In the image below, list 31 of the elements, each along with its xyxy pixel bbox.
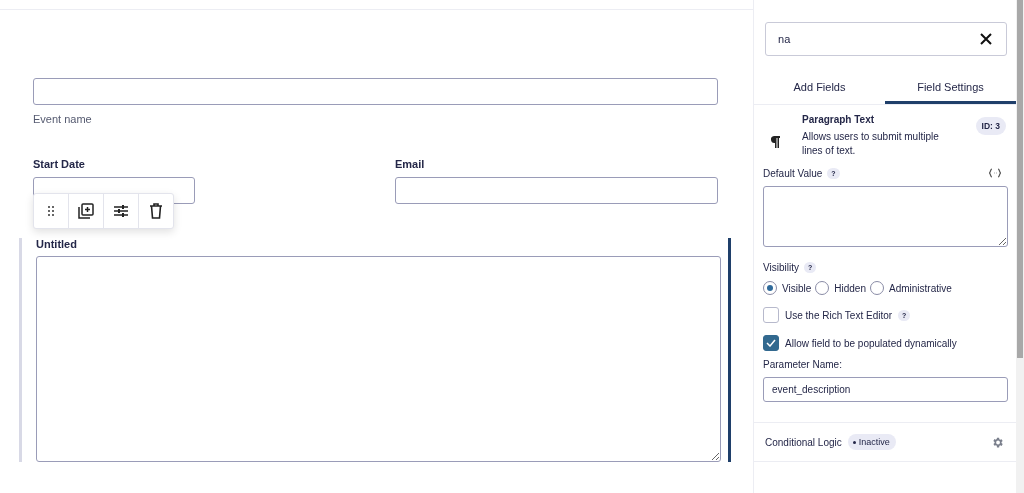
status-badge: Inactive: [847, 434, 896, 450]
default-value-field[interactable]: [763, 186, 1008, 247]
field-label: Start Date: [33, 158, 86, 170]
parameter-name-field[interactable]: event_description: [763, 377, 1008, 402]
checkbox-label: Allow field to be populated dynamically: [785, 337, 957, 349]
radio-option[interactable]: Administrative: [870, 281, 952, 295]
id-badge: ID: 3: [975, 117, 1006, 135]
field-type-title: Paragraph Text: [802, 114, 876, 125]
setting-label: Parameter Name:: [763, 359, 843, 370]
search-field[interactable]: na: [765, 22, 1007, 56]
field-label: Email: [395, 158, 426, 170]
text-input[interactable]: [395, 177, 718, 204]
conditional-logic-label: Conditional Logic: [765, 436, 842, 448]
text-input[interactable]: [33, 78, 718, 105]
field-type-description: Allows users to submit multiple lines of text.: [802, 130, 940, 158]
paragraph-icon: [770, 136, 780, 148]
setting-label: Visibility: [763, 262, 799, 273]
radio-option[interactable]: Visible: [763, 281, 812, 295]
check-icon: [766, 339, 776, 347]
radio-option[interactable]: Hidden: [815, 281, 866, 295]
checkbox-label: Use the Rich Text Editor: [785, 309, 893, 321]
checkbox[interactable]: [763, 307, 779, 323]
checkbox[interactable]: [763, 335, 779, 351]
merge-tag-icon[interactable]: [988, 168, 1002, 178]
setting-label: Default Value: [763, 167, 823, 179]
panel-tab[interactable]: Add Fields: [754, 72, 885, 104]
selected-field-panel[interactable]: Untitled: [19, 238, 731, 462]
field-sublabel: Event name: [33, 113, 93, 125]
settings-icon[interactable]: [991, 435, 1004, 449]
close-icon[interactable]: [980, 33, 992, 45]
field-label: Untitled: [36, 238, 78, 250]
